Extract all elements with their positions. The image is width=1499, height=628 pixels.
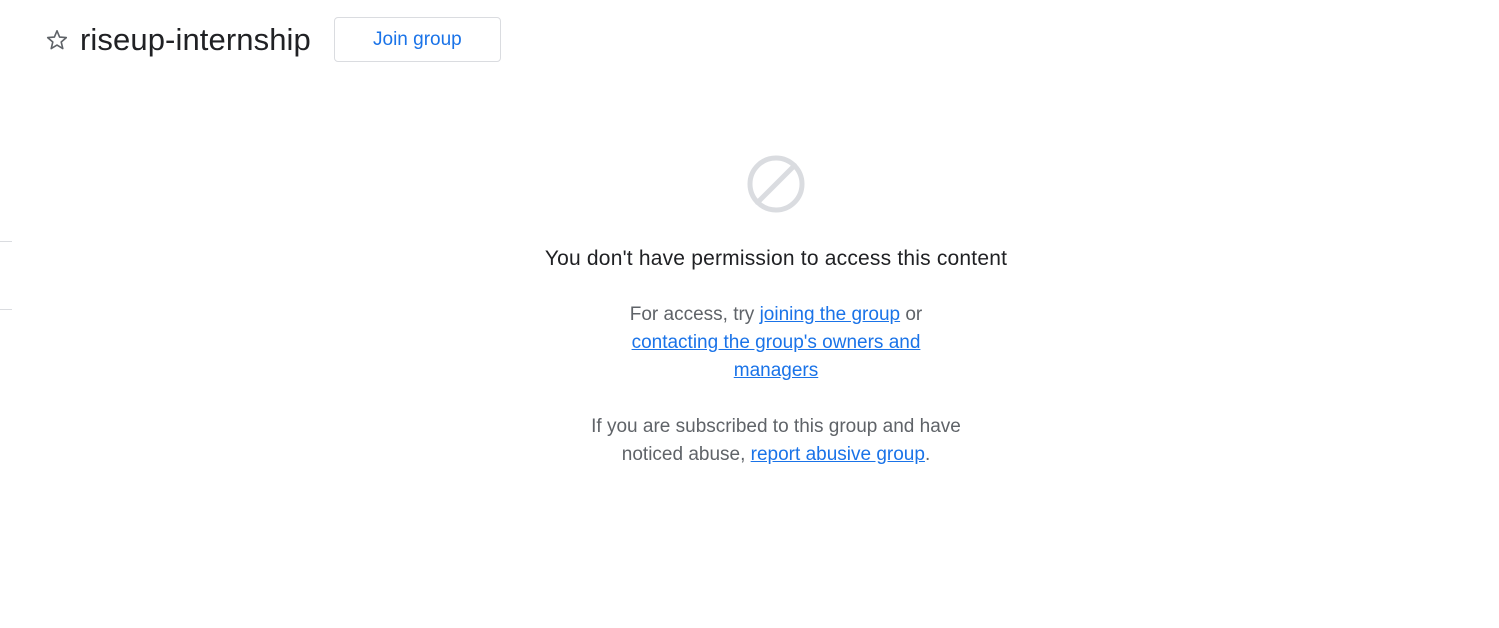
- group-title: riseup-internship: [80, 22, 311, 57]
- report-abusive-group-link[interactable]: report abusive group: [751, 444, 925, 465]
- blocked-icon: [747, 155, 805, 213]
- abuse-instructions: If you are subscribed to this group and …: [581, 413, 971, 469]
- permission-message: You don't have permission to access this…: [476, 152, 1076, 469]
- abuse-suffix: .: [924, 444, 931, 465]
- edge-divider: [0, 241, 12, 242]
- permission-heading: You don't have permission to access this…: [544, 247, 1008, 270]
- star-icon[interactable]: [44, 27, 70, 53]
- access-prefix: For access, try: [629, 304, 760, 325]
- access-middle: or: [900, 304, 923, 325]
- star-outline-icon: [46, 29, 68, 49]
- contact-owners-link[interactable]: contacting the group's owners and manage…: [632, 332, 921, 381]
- joining-the-group-link[interactable]: joining the group: [760, 304, 901, 325]
- edge-divider: [0, 309, 12, 310]
- access-instructions: For access, try joining the group or con…: [616, 301, 936, 385]
- page: riseup-internship Join group You don't h…: [0, 0, 1499, 628]
- group-header: riseup-internship Join group: [44, 17, 501, 62]
- join-group-button[interactable]: Join group: [333, 17, 501, 62]
